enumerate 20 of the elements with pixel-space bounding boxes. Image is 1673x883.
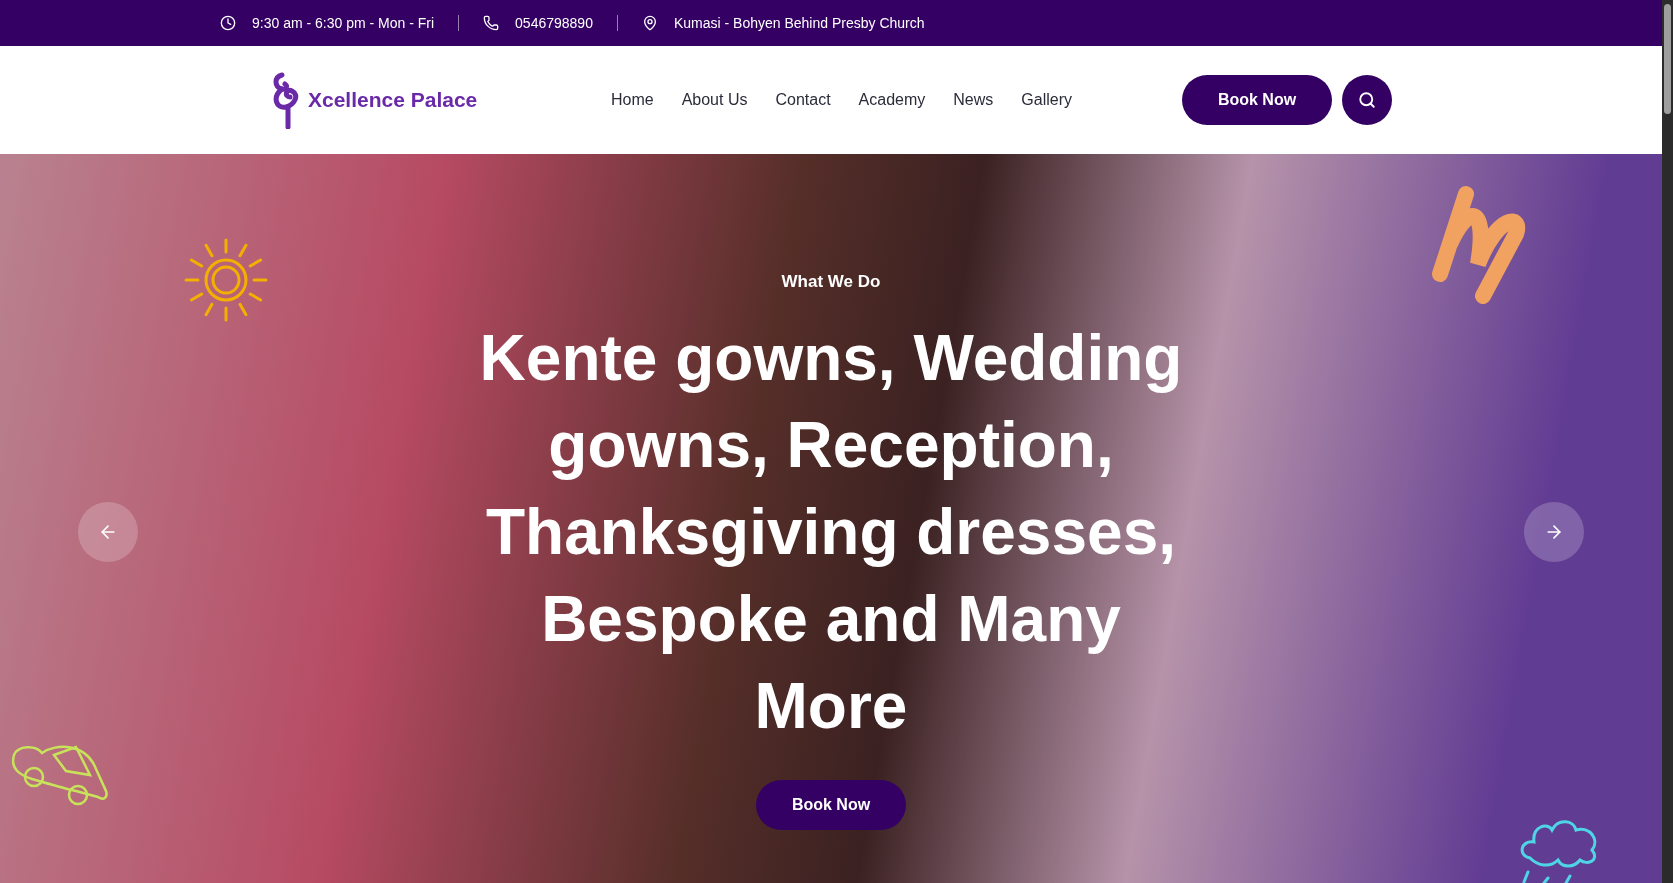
nav-link[interactable]: Academy (858, 88, 926, 112)
hero-book-now-button[interactable]: Book Now (756, 779, 906, 830)
address: Kumasi - Bohyen Behind Presby Church (673, 13, 925, 33)
phone-icon (483, 15, 500, 31)
scroll-bar[interactable] (1662, 0, 1673, 883)
location-pin-icon (641, 15, 658, 31)
hero-title: Kente gowns, Wedding gowns, Reception, Thanksgiving dresses, Bespoke and Many More (478, 320, 1184, 744)
nav-link[interactable]: About Us (681, 88, 748, 112)
nav-link[interactable]: Home (610, 88, 654, 112)
search-icon (1358, 91, 1376, 109)
opening-hours: 9:30 am - 6:30 pm - Mon - Fri (252, 13, 435, 33)
nav-link[interactable]: Gallery (1021, 88, 1072, 112)
search-button[interactable] (1342, 75, 1392, 125)
book-now-button[interactable]: Book Now (1182, 75, 1332, 125)
hero-eyebrow: What We Do (781, 271, 881, 293)
nav-link[interactable]: Contact (775, 88, 831, 112)
clock-icon (220, 15, 236, 31)
phone-number: 0546798890 (515, 13, 593, 33)
logo-text[interactable]: Xcellence Palace (308, 84, 478, 116)
nav-link[interactable]: News (953, 88, 994, 112)
